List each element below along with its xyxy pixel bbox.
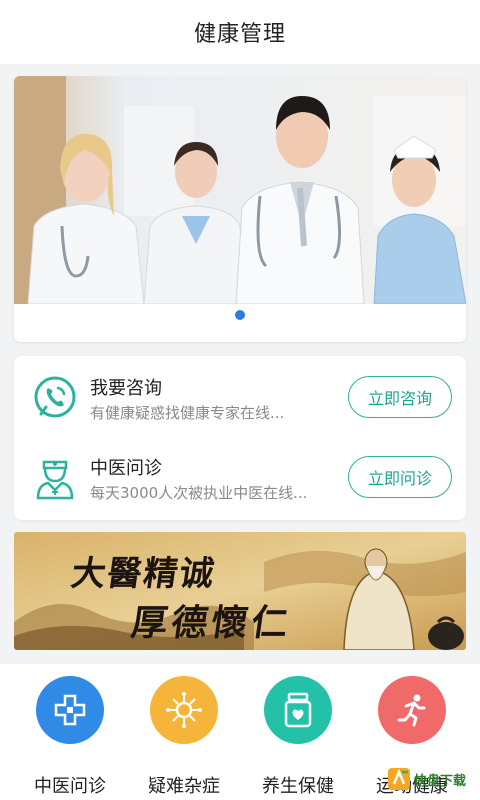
page-title: 健康管理 [193, 22, 286, 47]
category-health-care[interactable]: 养生保健 [238, 676, 358, 797]
tcm-calligraphy-line2: 厚德懷仁 [128, 602, 295, 644]
category-label-difficult: 疑难杂症 [148, 776, 220, 797]
clinic-cross-icon [36, 676, 104, 744]
consult-subtitle-ask: 有健康疑惑找健康专家在线... [90, 404, 285, 422]
category-tcm[interactable]: 中医问诊 [10, 676, 130, 797]
consult-subtitle-tcm: 每天3000人次被执业中医在线... [90, 484, 308, 502]
consult-row-ask[interactable]: 我要咨询 有健康疑惑找健康专家在线... 立即咨询 [14, 356, 466, 436]
category-label-tcm: 中医问诊 [34, 776, 106, 797]
consult-now-button[interactable]: 立即咨询 [348, 376, 452, 418]
consult-title-ask: 我要咨询 [90, 378, 162, 399]
tcm-promo-banner[interactable]: 大醫精诚 厚德懷仁 [14, 532, 466, 650]
consult-card: 我要咨询 有健康疑惑找健康专家在线... 立即咨询 中医问诊 每天3000人次被… [14, 356, 466, 520]
app-header: 健康管理 [0, 0, 480, 64]
category-label-health: 养生保健 [262, 776, 334, 797]
banner-carousel[interactable] [14, 76, 466, 342]
consult-row-tcm[interactable]: 中医问诊 每天3000人次被执业中医在线... 立即问诊 [14, 436, 466, 516]
watermark-text: 快盘下载 [414, 774, 467, 789]
consult-title-tcm: 中医问诊 [90, 458, 162, 479]
phone-chat-icon [34, 376, 76, 418]
carousel-dot-active[interactable] [235, 310, 245, 320]
medicine-bottle-icon [264, 676, 332, 744]
category-difficult-diseases[interactable]: 疑难杂症 [124, 676, 244, 797]
carousel-indicator [14, 310, 466, 320]
tcm-calligraphy-line1: 大醫精诚 [68, 554, 219, 594]
doctor-icon [36, 460, 74, 500]
doctors-photo[interactable] [14, 76, 466, 304]
diagnose-now-button[interactable]: 立即问诊 [348, 456, 452, 498]
watermark-logo: 快盘下载 [388, 766, 474, 794]
running-icon [378, 676, 446, 744]
virus-icon [150, 676, 218, 744]
